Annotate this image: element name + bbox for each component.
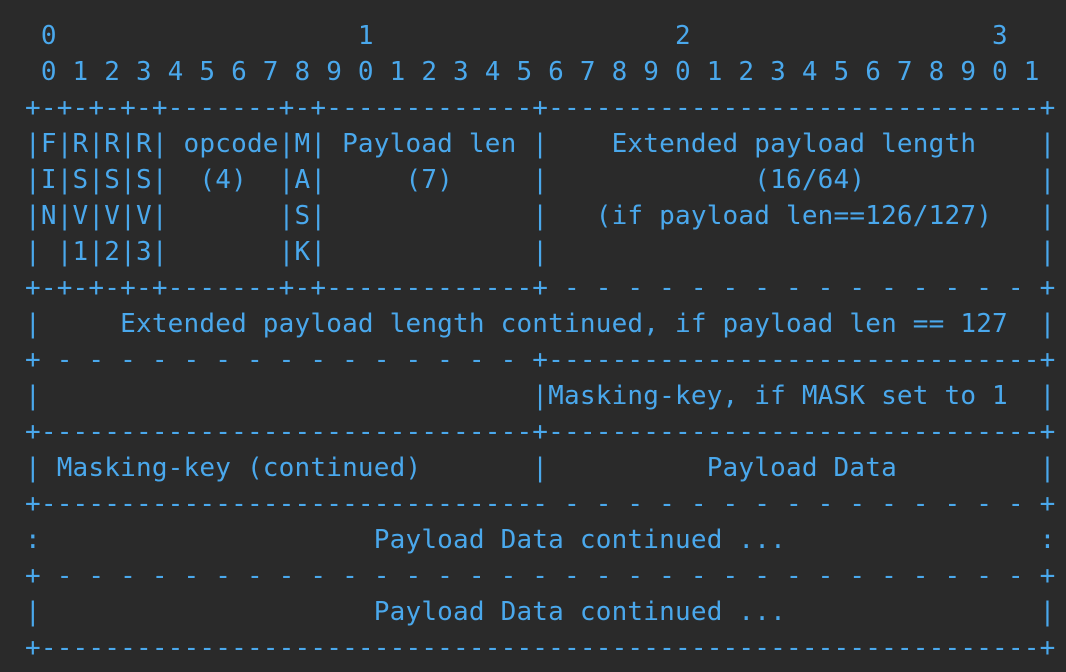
extended-length-border: + - - - - - - - - - - - - - - - +-------… bbox=[25, 345, 1056, 375]
payload-data-continued-row-1: : Payload Data continued ... : bbox=[25, 525, 1056, 555]
header-top-border: +-+-+-+-+-------+-+-------------+-------… bbox=[25, 93, 1056, 123]
header-fields-row-1: |F|R|R|R| opcode|M| Payload len | Extend… bbox=[25, 129, 1056, 159]
bit-octet-index-row: 0 1 2 3 bbox=[25, 21, 1008, 51]
payload-data-dashed-border: + - - - - - - - - - - - - - - - - - - - … bbox=[25, 561, 1056, 591]
ascii-frame-layout: 0 1 2 3 0 1 2 3 4 5 6 7 8 9 0 1 2 3 4 5 … bbox=[25, 18, 1055, 666]
header-bottom-border: +-+-+-+-+-------+-+-------------+ - - - … bbox=[25, 273, 1056, 303]
header-fields-row-3: |N|V|V|V| |S| | (if payload len==126/127… bbox=[25, 201, 1056, 231]
payload-data-border: +-------------------------------- - - - … bbox=[25, 489, 1056, 519]
bit-position-row: 0 1 2 3 4 5 6 7 8 9 0 1 2 3 4 5 6 7 8 9 … bbox=[25, 57, 1040, 87]
header-fields-row-4: | |1|2|3| |K| | | bbox=[25, 237, 1056, 267]
header-fields-row-2: |I|S|S|S| (4) |A| (7) | (16/64) | bbox=[25, 165, 1056, 195]
frame-bottom-border: +---------------------------------------… bbox=[25, 633, 1056, 663]
websocket-frame-diagram: 0 1 2 3 0 1 2 3 4 5 6 7 8 9 0 1 2 3 4 5 … bbox=[0, 0, 1066, 672]
masking-key-row: | |Masking-key, if MASK set to 1 | bbox=[25, 381, 1056, 411]
extended-length-continued-row: | Extended payload length continued, if … bbox=[25, 309, 1056, 339]
masking-key-border: +-------------------------------+-------… bbox=[25, 417, 1056, 447]
payload-data-continued-row-2: | Payload Data continued ... | bbox=[25, 597, 1056, 627]
masking-key-continued-row: | Masking-key (continued) | Payload Data… bbox=[25, 453, 1056, 483]
